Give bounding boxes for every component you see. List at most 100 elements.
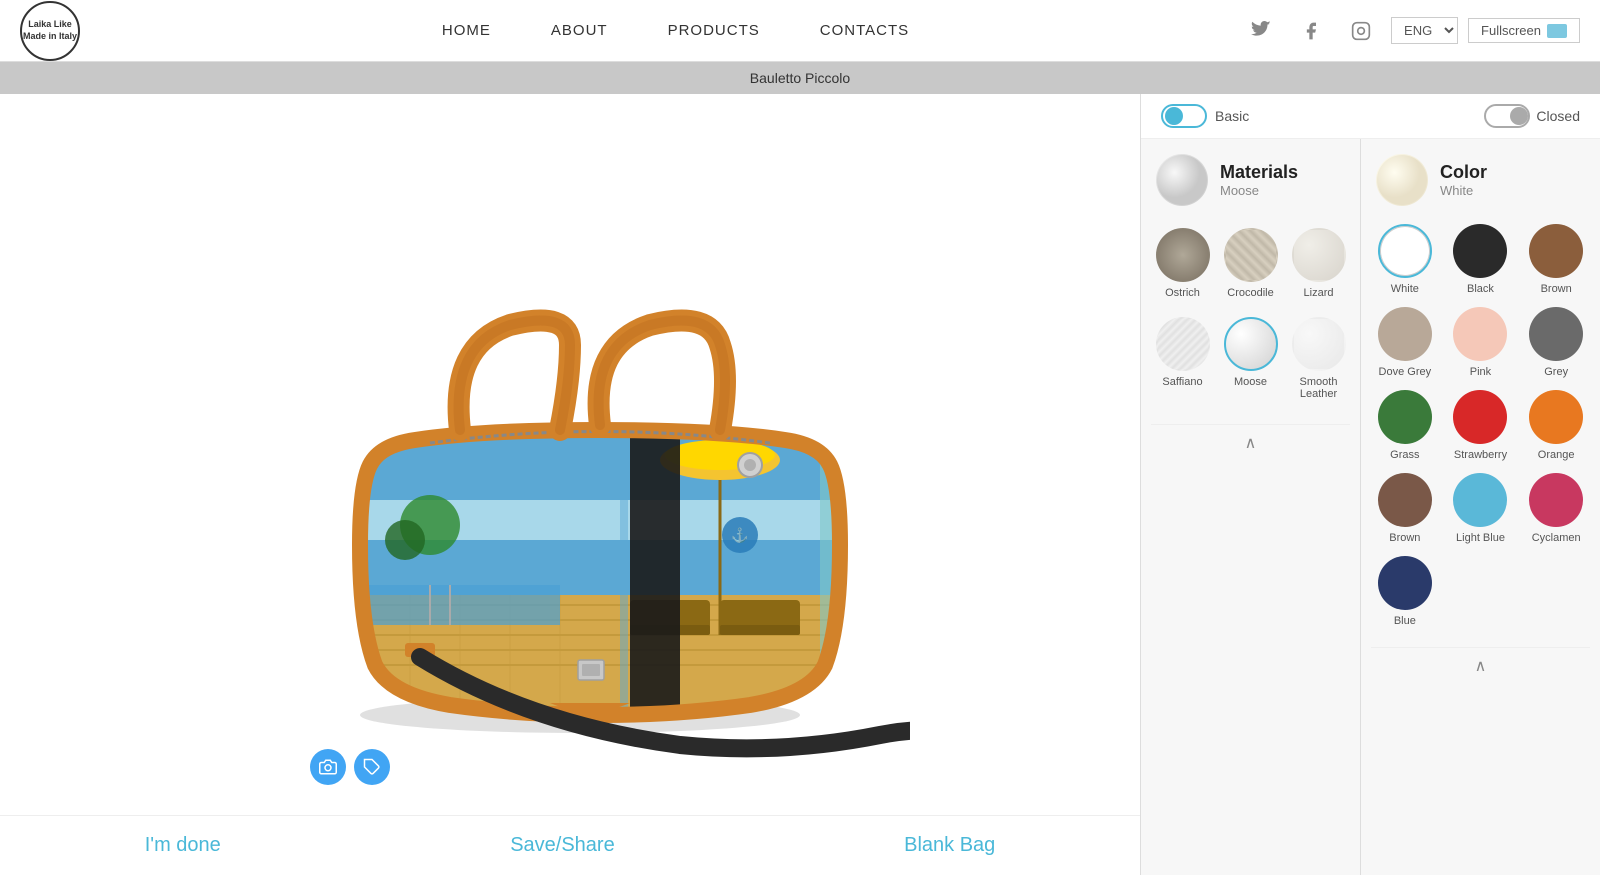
- grass-color-swatch: [1378, 390, 1432, 444]
- lizard-label: Lizard: [1304, 287, 1334, 299]
- tag-overlay-icon[interactable]: [354, 749, 390, 785]
- pink-color-label: Pink: [1470, 366, 1491, 378]
- bottom-actions: I'm done Save/Share Blank Bag: [0, 815, 1140, 875]
- color-item-light-blue[interactable]: Light Blue: [1447, 473, 1515, 544]
- toggle-knob: [1165, 107, 1183, 125]
- grey-color-swatch: [1529, 307, 1583, 361]
- white-color-swatch: [1378, 224, 1432, 278]
- materials-title: Materials: [1220, 162, 1298, 183]
- material-grid: Ostrich Crocodile Lizard S: [1151, 224, 1350, 404]
- crocodile-label: Crocodile: [1227, 287, 1273, 299]
- saffiano-swatch: [1156, 317, 1210, 371]
- cyclamen-color-label: Cyclamen: [1532, 532, 1581, 544]
- nav-contacts[interactable]: CONTACTS: [820, 22, 909, 39]
- pink-color-swatch: [1453, 307, 1507, 361]
- camera-overlay-icon[interactable]: [310, 749, 346, 785]
- color-subtitle: White: [1440, 183, 1487, 198]
- strawberry-color-swatch: [1453, 390, 1507, 444]
- color-item-dove-grey[interactable]: Dove Grey: [1371, 307, 1439, 378]
- right-panel: Basic Closed: [1140, 94, 1600, 875]
- moose-label: Moose: [1234, 376, 1267, 388]
- crocodile-swatch: [1224, 228, 1278, 282]
- brown-color-label: Brown: [1541, 283, 1572, 295]
- color-grid: White Black Brown Dove Gre: [1371, 224, 1590, 627]
- color-collapse-icon: ∧: [1475, 656, 1487, 676]
- color-text: Color White: [1440, 162, 1487, 198]
- cyclamen-color-swatch: [1529, 473, 1583, 527]
- toggle-track: [1161, 104, 1207, 128]
- dove-grey-label: Dove Grey: [1379, 366, 1432, 378]
- saffiano-label: Saffiano: [1162, 376, 1202, 388]
- color-item-grass[interactable]: Grass: [1371, 390, 1439, 461]
- fullscreen-button[interactable]: Fullscreen: [1468, 18, 1580, 43]
- blue-color-label: Blue: [1394, 615, 1416, 627]
- product-title: Bauletto Piccolo: [750, 70, 850, 86]
- color-item-grey[interactable]: Grey: [1522, 307, 1590, 378]
- closure-label: Closed: [1536, 108, 1580, 124]
- main-area: ⚓ I'm done Save/Share Blank Bag: [0, 94, 1600, 875]
- color-item-orange[interactable]: Orange: [1522, 390, 1590, 461]
- smooth-label: Smooth Leather: [1291, 376, 1346, 400]
- materials-text: Materials Moose: [1220, 162, 1298, 198]
- color-item-black[interactable]: Black: [1447, 224, 1515, 295]
- white-color-label: White: [1391, 283, 1419, 295]
- color-item-strawberry[interactable]: Strawberry: [1447, 390, 1515, 461]
- material-item-smooth[interactable]: Smooth Leather: [1287, 313, 1350, 404]
- materials-collapse-arrow[interactable]: ∧: [1151, 424, 1350, 461]
- color-item-brown-2[interactable]: Brown: [1371, 473, 1439, 544]
- orange-color-swatch: [1529, 390, 1583, 444]
- materials-column: Materials Moose Ostrich Crocodile: [1141, 139, 1361, 875]
- grass-color-label: Grass: [1390, 449, 1419, 461]
- bag-scene: ⚓: [230, 205, 910, 765]
- fullscreen-label: Fullscreen: [1481, 23, 1541, 38]
- blank-bag-button[interactable]: Blank Bag: [904, 834, 995, 857]
- svg-text:⚓: ⚓: [731, 527, 748, 544]
- nav-home[interactable]: HOME: [442, 22, 491, 39]
- ostrich-label: Ostrich: [1165, 287, 1200, 299]
- material-item-crocodile[interactable]: Crocodile: [1219, 224, 1282, 303]
- color-item-blue[interactable]: Blue: [1371, 556, 1439, 627]
- twitter-icon[interactable]: [1241, 11, 1281, 51]
- language-select[interactable]: ENG ITA FRA: [1391, 17, 1458, 44]
- ostrich-swatch: [1156, 228, 1210, 282]
- brown-color-swatch: [1529, 224, 1583, 278]
- dove-grey-swatch: [1378, 307, 1432, 361]
- facebook-icon[interactable]: [1291, 11, 1331, 51]
- lizard-swatch: [1292, 228, 1346, 282]
- brown2-color-label: Brown: [1389, 532, 1420, 544]
- material-item-lizard[interactable]: Lizard: [1287, 224, 1350, 303]
- bag-display-area: ⚓ I'm done Save/Share Blank Bag: [0, 94, 1140, 875]
- blue-color-swatch: [1378, 556, 1432, 610]
- header-right: ENG ITA FRA Fullscreen: [1241, 11, 1580, 51]
- strawberry-color-label: Strawberry: [1454, 449, 1507, 461]
- nav-about[interactable]: ABOUT: [551, 22, 608, 39]
- main-nav: HOME ABOUT PRODUCTS CONTACTS: [110, 22, 1241, 39]
- material-item-ostrich[interactable]: Ostrich: [1151, 224, 1214, 303]
- closure-toggle[interactable]: Closed: [1484, 104, 1580, 128]
- panel-columns: Materials Moose Ostrich Crocodile: [1141, 139, 1600, 875]
- done-button[interactable]: I'm done: [145, 834, 221, 857]
- color-section-header: Color White: [1371, 154, 1590, 206]
- materials-subtitle: Moose: [1220, 183, 1298, 198]
- orange-color-label: Orange: [1538, 449, 1575, 461]
- save-share-button[interactable]: Save/Share: [510, 834, 615, 857]
- nav-products[interactable]: PRODUCTS: [668, 22, 760, 39]
- fullscreen-icon: [1547, 24, 1567, 38]
- instagram-icon[interactable]: [1341, 11, 1381, 51]
- brown2-color-swatch: [1378, 473, 1432, 527]
- moose-swatch: [1224, 317, 1278, 371]
- color-item-cyclamen[interactable]: Cyclamen: [1522, 473, 1590, 544]
- smooth-swatch: [1292, 317, 1346, 371]
- logo[interactable]: Laika Like Made in Italy: [20, 1, 80, 61]
- color-item-white[interactable]: White: [1371, 224, 1439, 295]
- color-collapse-arrow[interactable]: ∧: [1371, 647, 1590, 684]
- basic-toggle[interactable]: Basic: [1161, 104, 1249, 128]
- material-item-saffiano[interactable]: Saffiano: [1151, 313, 1214, 404]
- material-item-moose[interactable]: Moose: [1219, 313, 1282, 404]
- color-thumb: [1376, 154, 1428, 206]
- materials-section-header: Materials Moose: [1151, 154, 1350, 206]
- color-item-brown[interactable]: Brown: [1522, 224, 1590, 295]
- black-color-swatch: [1453, 224, 1507, 278]
- color-item-pink[interactable]: Pink: [1447, 307, 1515, 378]
- collapse-up-icon: ∧: [1245, 433, 1257, 453]
